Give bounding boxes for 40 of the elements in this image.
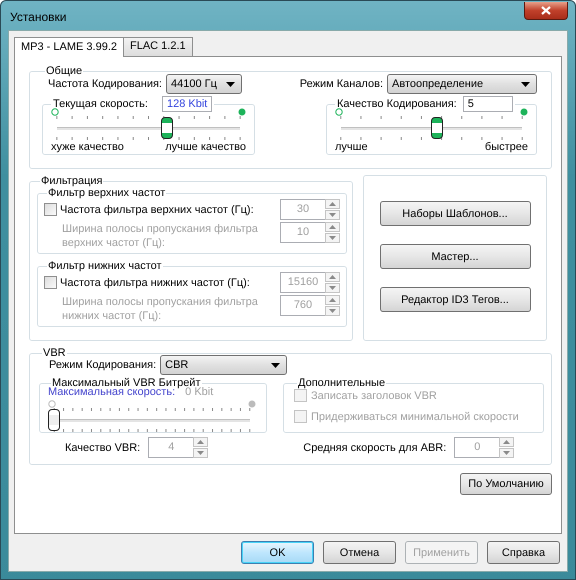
- group-title: Дополнительные: [297, 377, 386, 389]
- field-label: Качество VBR:: [65, 442, 140, 454]
- field-label: Качество Кодирования:: [337, 98, 457, 110]
- button[interactable]: Отмена: [323, 541, 396, 564]
- tab[interactable]: FLAC 1.2.1: [123, 37, 193, 56]
- button[interactable]: Мастер...: [380, 244, 530, 269]
- group-title: Фильтрация: [40, 175, 104, 187]
- dropdown[interactable]: Автоопределение: [387, 74, 537, 94]
- value-label: 0 Kbit: [185, 386, 214, 398]
- dropdown[interactable]: CBR: [160, 355, 288, 375]
- field-label: Текущая скорость:: [53, 98, 148, 110]
- button[interactable]: Справка: [487, 541, 560, 564]
- checkbox-label: Придерживаться минимальной скорости: [311, 410, 519, 422]
- field-label: Максимальная скорость:: [48, 386, 176, 398]
- checkbox-label: Частота фильтра верхних частот (Гц):: [60, 204, 254, 216]
- window-title: Установки: [9, 8, 66, 24]
- group-title: VBR: [42, 347, 67, 359]
- scale-label: быстрее: [484, 141, 528, 153]
- field-label: Режим Каналов:: [300, 78, 383, 90]
- tab[interactable]: MP3 - LAME 3.99.2: [14, 37, 124, 57]
- field-label: Режим Кодирования:: [49, 359, 156, 371]
- dropdown[interactable]: 44100 Гц: [166, 74, 242, 94]
- button[interactable]: Наборы Шаблонов...: [380, 201, 530, 226]
- scale-label: хуже качество: [51, 141, 124, 153]
- button[interactable]: Редактор ID3 Тегов...: [380, 287, 530, 312]
- group-title: Общие: [45, 65, 84, 77]
- value-field: 128 Kbit: [162, 96, 212, 112]
- field-label: Ширина полосы пропускания фильтра верхних частот (Гц):: [61, 222, 259, 250]
- checkbox-label: Записать заголовок VBR: [311, 390, 437, 402]
- group-title: Фильтр верхних частот: [47, 187, 166, 199]
- scale-label: лучше качество: [165, 141, 246, 153]
- field-label: Ширина полосы пропускания фильтра нижних частот (Гц):: [61, 295, 259, 323]
- field-label: Частота Кодирования:: [48, 78, 162, 90]
- field-label: Средняя скорость для ABR:: [303, 442, 446, 454]
- group-title: Фильтр нижних частот: [47, 260, 163, 272]
- button[interactable]: По Умолчанию: [460, 473, 552, 495]
- checkbox-label: Частота фильтра нижних частот (Гц):: [60, 276, 250, 288]
- scale-label: лучше: [335, 141, 368, 153]
- value-field: 5: [462, 96, 513, 112]
- button[interactable]: OK: [241, 541, 314, 564]
